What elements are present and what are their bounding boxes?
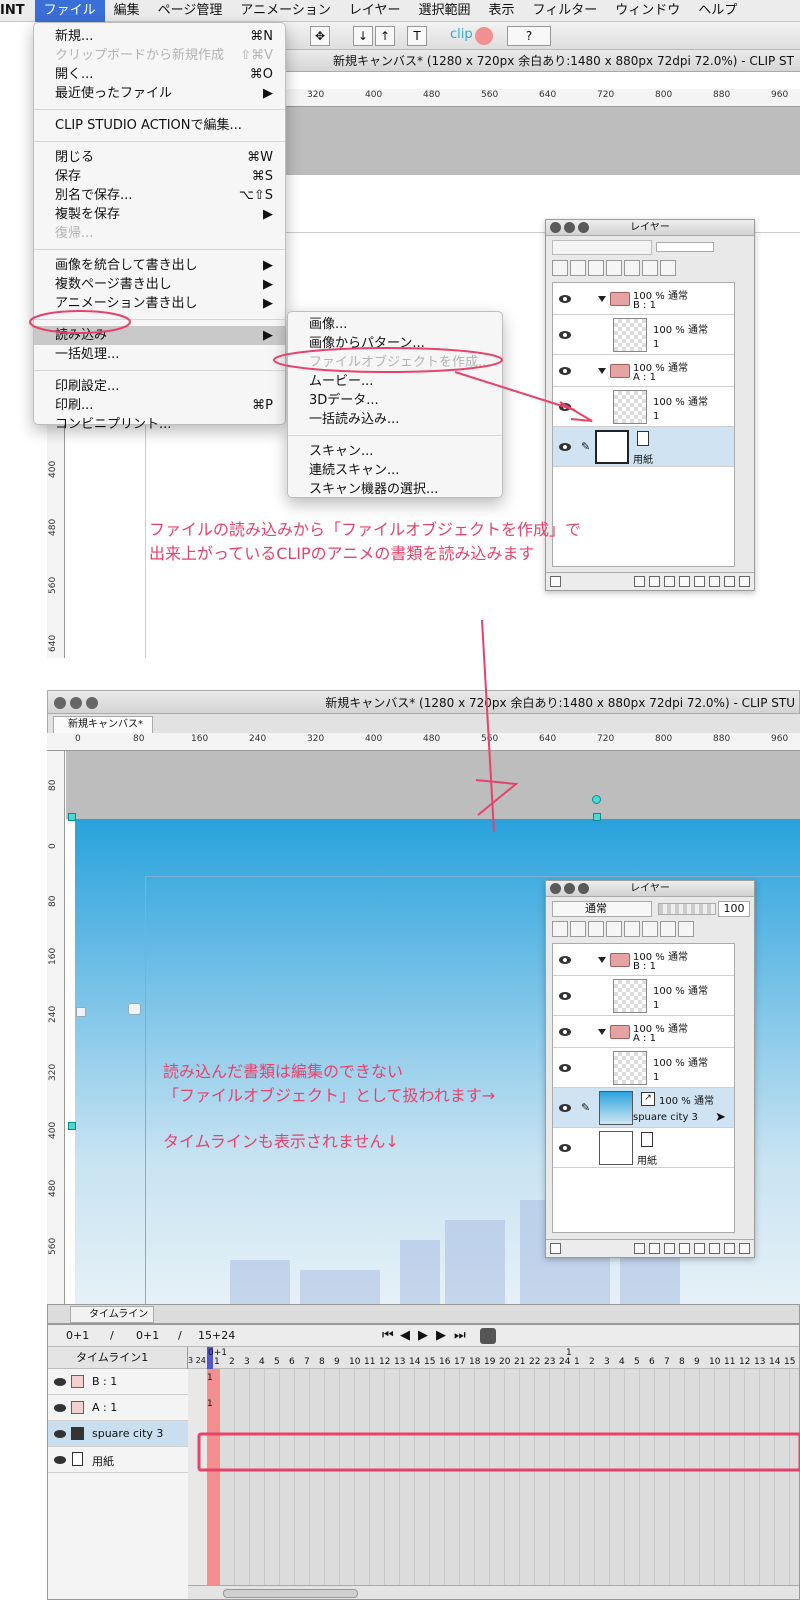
annotation-arrowhead-1: [559, 401, 593, 422]
annotation-overlay: [29, 310, 800, 1472]
annotation-box-track: [197, 1432, 800, 1472]
annotation-arrow-1: [454, 371, 576, 411]
annotation-circle-file-object: [273, 347, 503, 373]
annotation-arrow-2: [481, 619, 495, 833]
annotation-circle-import: [29, 310, 131, 334]
annotation-arrowhead-2: [475, 779, 519, 816]
